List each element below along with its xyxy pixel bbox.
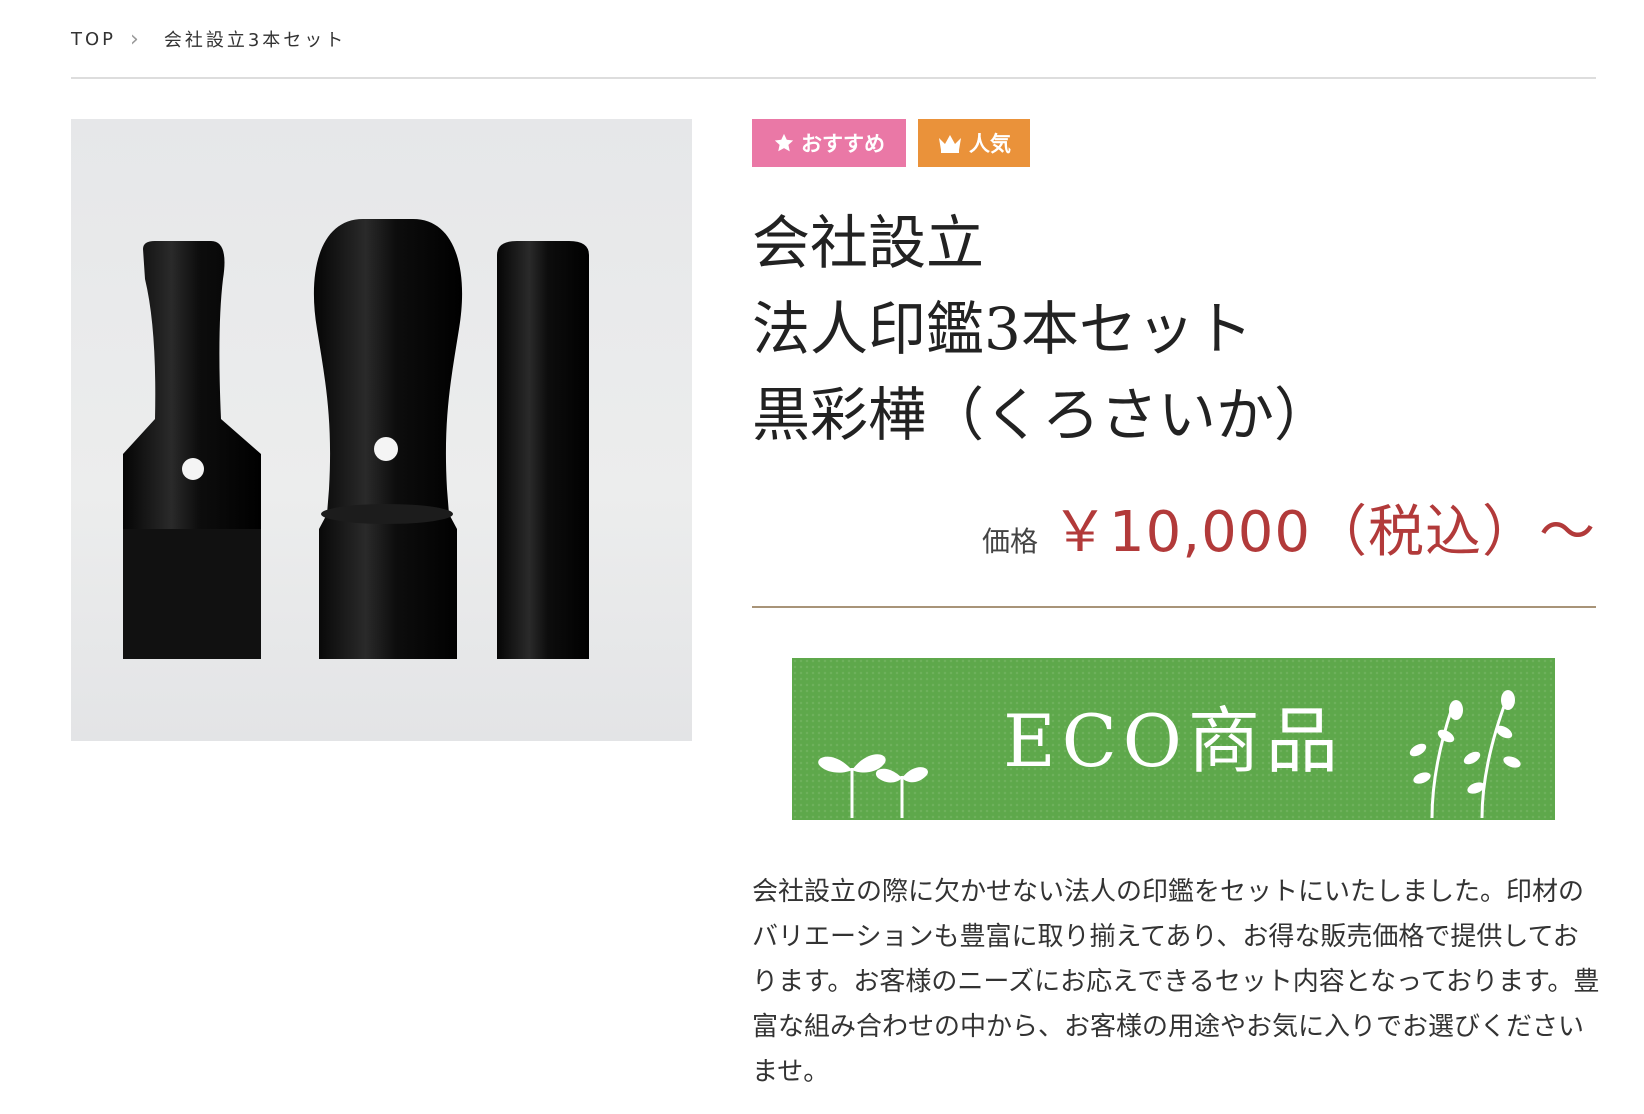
- recommend-badge: おすすめ: [752, 119, 906, 167]
- badge-group: おすすめ 人気: [752, 119, 1030, 167]
- eco-banner-text: ECO商品: [1003, 698, 1344, 783]
- breadcrumb-home-link[interactable]: TOP: [71, 29, 116, 50]
- top-divider: [71, 77, 1596, 79]
- seal-set-illustration: [123, 219, 589, 659]
- product-title-line1: 会社設立: [752, 209, 985, 277]
- product-image[interactable]: [71, 119, 692, 741]
- product-title-line2: 法人印鑑3本セット: [752, 295, 1253, 363]
- breadcrumb-current: 会社設立3本セット: [163, 30, 347, 51]
- breadcrumb: TOP › 会社設立3本セット: [71, 26, 346, 52]
- chevron-right-icon: ›: [130, 26, 142, 52]
- popular-badge-label: 人気: [969, 131, 1011, 156]
- star-icon: [773, 132, 795, 154]
- product-title-line3: 黒彩樺（くろさいか）: [752, 381, 1333, 449]
- product-title: 会社設立 法人印鑑3本セット 黒彩樺（くろさいか）: [752, 200, 1332, 458]
- eco-banner: ECO商品: [792, 658, 1555, 820]
- product-description: 会社設立の際に欠かせない法人の印鑑をセットにいたしました。印材のバリエーションも…: [752, 877, 1600, 1087]
- price-value: ￥10,000（税込）〜: [1052, 500, 1596, 565]
- price-divider: [752, 606, 1596, 608]
- crown-icon: [937, 132, 963, 154]
- price-label: 価格: [982, 525, 1039, 558]
- popular-badge: 人気: [918, 119, 1030, 167]
- recommend-badge-label: おすすめ: [801, 131, 885, 156]
- price: 価格 ￥10,000（税込）〜: [982, 487, 1596, 568]
